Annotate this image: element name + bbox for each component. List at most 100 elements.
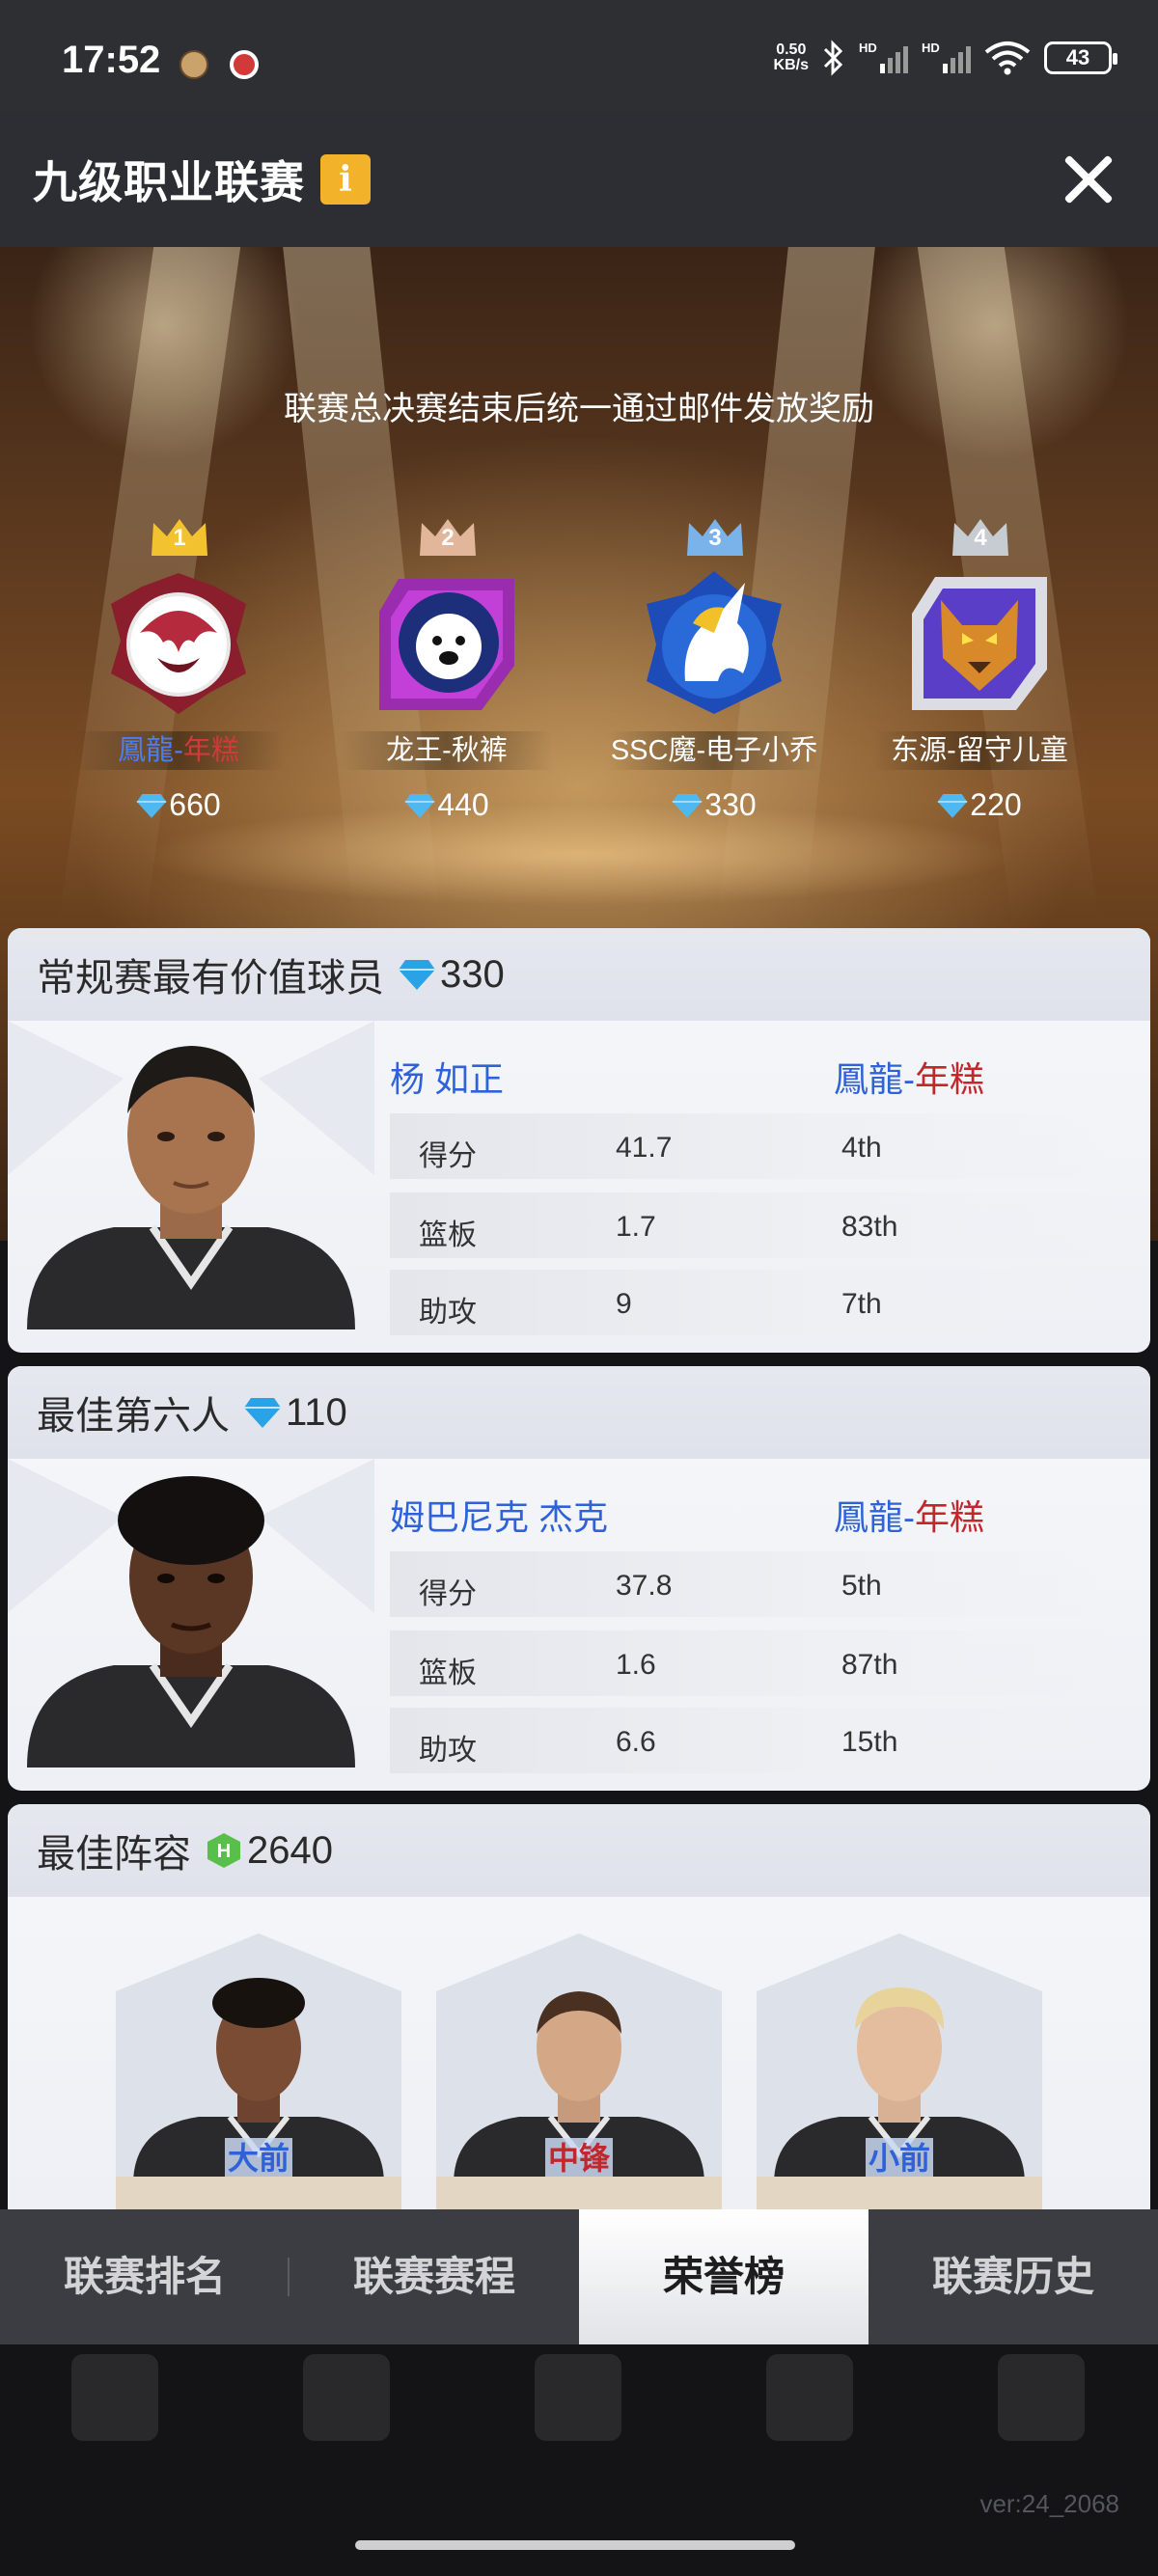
info-button[interactable]: i [320, 154, 371, 205]
bottom-tab-bar: 联赛排名 联赛赛程 荣誉榜 联赛历史 [0, 2209, 1158, 2344]
diamond-icon [938, 794, 968, 818]
stat-rank: 87th [841, 1649, 898, 1681]
stat-label: 助攻 [419, 1297, 477, 1329]
background-nav-icon [998, 2354, 1085, 2441]
tab-label: 联赛赛程 [352, 2254, 515, 2299]
team-reward: 440 [317, 787, 577, 823]
team-name-part: 鳳龍- [834, 1497, 915, 1537]
team-reward: 220 [849, 787, 1110, 823]
stat-label: 得分 [419, 1578, 477, 1610]
status-bar: 17:52 0.50 KB/s HD HD 43 [0, 0, 1158, 112]
lineup-slot-pf[interactable]: 大前 [116, 1933, 401, 2209]
crown-icon: 4 [951, 517, 1010, 558]
tab-honor-roll[interactable]: 荣誉榜 [579, 2209, 868, 2344]
close-button[interactable] [1062, 152, 1116, 206]
net-speed-value: 0.50 [776, 41, 807, 58]
bear-team-logo-icon [379, 579, 514, 710]
stat-rank: 7th [841, 1288, 882, 1320]
name-plate [436, 2177, 722, 2209]
home-indicator[interactable] [355, 2540, 795, 2550]
team-name-plate: 鳳龍-年糕 [72, 731, 285, 770]
diamond-icon [673, 794, 703, 818]
tab-league-schedule[interactable]: 联赛赛程 [290, 2209, 579, 2344]
card-header: 最佳第六人 110 [8, 1366, 1150, 1459]
reward-amount: 220 [970, 787, 1022, 822]
player-name[interactable]: 姆巴尼克 杰克 [390, 1490, 608, 1540]
stat-row: 助攻 6.6 15th [390, 1708, 1123, 1773]
team-name: 鳳龍-年糕 [72, 731, 285, 770]
card-header: 最佳阵容 H 2640 [8, 1804, 1150, 1897]
rank-number: 3 [708, 525, 722, 551]
player-portrait[interactable] [8, 1021, 374, 1329]
stat-value: 1.7 [616, 1211, 656, 1243]
rank-number: 2 [441, 525, 455, 551]
stat-row: 得分 37.8 5th [390, 1551, 1123, 1617]
player-portrait[interactable] [8, 1459, 374, 1768]
card-title: 最佳阵容 [37, 1833, 191, 1876]
wifi-icon [984, 41, 1031, 75]
app-avatar-icon [179, 50, 208, 79]
team-name-part: 鳳龍- [834, 1059, 915, 1099]
reward-amount: 330 [704, 787, 757, 822]
position-label: 大前 [225, 2138, 292, 2179]
team-rank-4[interactable]: 4 东源-留守儿童 220 [849, 517, 1110, 836]
stat-row: 得分 41.7 4th [390, 1113, 1123, 1179]
status-time: 17:52 [62, 39, 161, 81]
card-reward-amount: 110 [286, 1390, 347, 1434]
tab-league-ranking[interactable]: 联赛排名 [0, 2209, 290, 2344]
reward-notice: 联赛总决赛结束后统一通过邮件发放奖励 [284, 391, 874, 427]
page-title: 九级职业联赛 [33, 157, 305, 207]
stat-rank: 4th [841, 1132, 882, 1164]
team-name-part: 鳳龍- [118, 735, 183, 766]
crown-icon: 1 [150, 517, 209, 558]
team-name-plate: 龙王-秋裤 [341, 731, 553, 770]
bluetooth-icon [823, 40, 843, 76]
position-label: 小前 [866, 2138, 933, 2179]
status-icons: 0.50 KB/s HD HD 43 [774, 39, 1117, 77]
team-name-part: 年糕 [915, 1059, 985, 1099]
stat-value: 6.6 [616, 1726, 656, 1758]
card-title: 最佳第六人 [37, 1395, 230, 1438]
team-name-plate: 东源-留守儿童 [873, 731, 1086, 770]
network-speed: 0.50 KB/s [774, 42, 809, 73]
diamond-icon [244, 1398, 281, 1428]
team-reward: 330 [584, 787, 844, 823]
tab-label: 联赛排名 [63, 2254, 226, 2299]
best-lineup-card: 最佳阵容 H 2640 大前 中锋 小前 [8, 1804, 1150, 2209]
tab-league-history[interactable]: 联赛历史 [868, 2209, 1158, 2344]
crown-icon: 2 [418, 517, 478, 558]
reward-amount: 440 [437, 787, 489, 822]
stat-value: 1.6 [616, 1649, 656, 1681]
player-name[interactable]: 杨 如正 [390, 1052, 504, 1102]
stat-value: 37.8 [616, 1570, 673, 1602]
stat-label: 助攻 [419, 1735, 477, 1767]
tab-label: 联赛历史 [931, 2254, 1094, 2299]
lineup-slot-c[interactable]: 中锋 [436, 1933, 722, 2209]
hexagon-coin-icon: H [207, 1833, 240, 1868]
player-team: 鳳龍-年糕 [834, 1490, 984, 1540]
stat-label: 篮板 [419, 1658, 477, 1689]
stat-rank: 5th [841, 1570, 882, 1602]
lineup-slot-sf[interactable]: 小前 [757, 1933, 1042, 2209]
name-plate [116, 2177, 401, 2209]
team-name-plate: SSC魔-电子小乔 [608, 731, 820, 770]
card-header: 常规赛最有价值球员 330 [8, 928, 1150, 1021]
sixth-man-card: 最佳第六人 110 姆巴尼克 杰克 鳳龍-年糕 得分 37.8 5th 篮板 1… [8, 1366, 1150, 1791]
background-nav-icon [766, 2354, 853, 2441]
team-rank-1[interactable]: 1 鳳龍-年糕 660 [48, 517, 309, 836]
dragon-team-logo-icon [111, 573, 246, 714]
diamond-icon [399, 960, 435, 990]
reward-amount: 660 [169, 787, 221, 822]
stat-label: 篮板 [419, 1219, 477, 1251]
stat-value: 9 [616, 1288, 632, 1320]
stat-value: 41.7 [616, 1132, 673, 1164]
background-nav-icon [535, 2354, 621, 2441]
signal-hd-label: HD [859, 41, 877, 55]
mvp-card: 常规赛最有价值球员 330 杨 如正 鳳龍-年糕 得分 41.7 4th 篮板 … [8, 928, 1150, 1353]
signal-icon: HD [859, 41, 908, 73]
card-reward-amount: 330 [440, 952, 505, 996]
team-rank-3[interactable]: 3 SSC魔-电子小乔 330 [584, 517, 844, 836]
diamond-icon [405, 794, 435, 818]
player-team: 鳳龍-年糕 [834, 1052, 984, 1102]
team-rank-2[interactable]: 2 龙王-秋裤 440 [317, 517, 577, 836]
